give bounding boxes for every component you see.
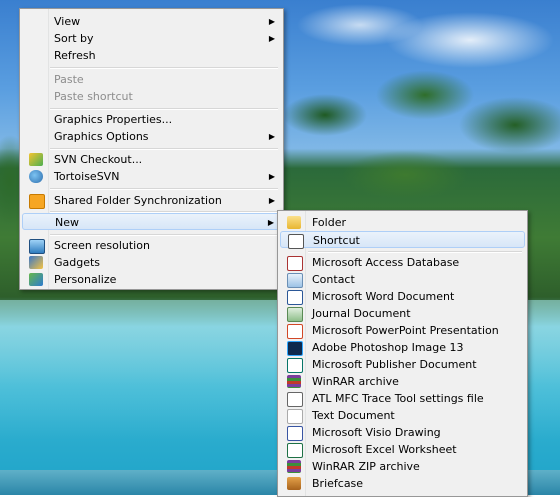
new-item-winrar-archive[interactable]: WinRAR archive — [280, 373, 525, 390]
visio-icon — [287, 426, 303, 441]
new-item-excel-worksheet[interactable]: Microsoft Excel Worksheet — [280, 441, 525, 458]
text-document-icon — [287, 409, 303, 424]
folder-icon — [287, 216, 301, 229]
submenu-arrow-icon: ▶ — [267, 218, 274, 227]
menu-item-label: Graphics Options — [54, 130, 149, 143]
menu-item-label: Shortcut — [313, 234, 360, 247]
gadgets-icon — [29, 256, 43, 269]
menu-item-label: Folder — [312, 216, 346, 229]
submenu-arrow-icon: ▶ — [268, 132, 275, 141]
winrar-icon — [287, 375, 301, 388]
menu-item-label: Microsoft Visio Drawing — [312, 426, 441, 439]
menu-item-label: SVN Checkout... — [54, 153, 143, 166]
new-item-word-document[interactable]: Microsoft Word Document — [280, 288, 525, 305]
palm-trees — [285, 55, 560, 235]
menu-item-label: Microsoft Word Document — [312, 290, 455, 303]
menu-item-new[interactable]: New ▶ — [22, 213, 281, 230]
publisher-icon — [287, 358, 303, 373]
tortoisesvn-icon — [29, 170, 43, 183]
menu-item-label: WinRAR archive — [312, 375, 399, 388]
menu-item-label: Graphics Properties... — [54, 113, 173, 126]
new-item-atl-mfc-trace[interactable]: ATL MFC Trace Tool settings file — [280, 390, 525, 407]
new-item-visio-drawing[interactable]: Microsoft Visio Drawing — [280, 424, 525, 441]
menu-item-label: View — [54, 15, 81, 28]
menu-item-label: Paste shortcut — [54, 90, 133, 103]
contact-icon — [287, 273, 303, 288]
menu-item-label: Gadgets — [54, 256, 101, 269]
menu-item-label: New — [55, 216, 79, 229]
menu-item-refresh[interactable]: Refresh — [22, 47, 281, 64]
personalize-icon — [29, 273, 43, 286]
menu-item-paste-shortcut: Paste shortcut — [22, 88, 281, 105]
menu-item-label: Briefcase — [312, 477, 364, 490]
menu-separator — [308, 251, 522, 253]
menu-item-paste: Paste — [22, 71, 281, 88]
winrar-zip-icon — [287, 460, 301, 473]
sync-icon — [29, 194, 45, 209]
menu-separator — [50, 108, 278, 110]
menu-item-label: WinRAR ZIP archive — [312, 460, 420, 473]
menu-item-personalize[interactable]: Personalize — [22, 271, 281, 288]
menu-separator — [50, 148, 278, 150]
new-item-text-document[interactable]: Text Document — [280, 407, 525, 424]
powerpoint-icon — [287, 324, 303, 339]
new-item-briefcase[interactable]: Briefcase — [280, 475, 525, 492]
briefcase-icon — [287, 477, 301, 490]
menu-item-label: Paste — [54, 73, 84, 86]
new-item-access-database[interactable]: Microsoft Access Database — [280, 254, 525, 271]
menu-item-label: Microsoft Access Database — [312, 256, 460, 269]
new-item-shortcut[interactable]: Shortcut — [280, 231, 525, 249]
menu-item-label: ATL MFC Trace Tool settings file — [312, 392, 484, 405]
menu-item-label: Personalize — [54, 273, 117, 286]
new-item-journal-document[interactable]: Journal Document — [280, 305, 525, 322]
new-submenu: Folder Shortcut Microsoft Access Databas… — [277, 210, 528, 497]
menu-item-graphics-options[interactable]: Graphics Options ▶ — [22, 128, 281, 145]
submenu-arrow-icon: ▶ — [268, 196, 275, 205]
menu-item-label: TortoiseSVN — [54, 170, 120, 183]
menu-item-label: Screen resolution — [54, 239, 150, 252]
menu-item-label: Microsoft PowerPoint Presentation — [312, 324, 499, 337]
menu-item-label: Contact — [312, 273, 355, 286]
menu-item-label: Journal Document — [312, 307, 411, 320]
menu-item-label: Adobe Photoshop Image 13 — [312, 341, 464, 354]
word-icon — [287, 290, 303, 305]
submenu-arrow-icon: ▶ — [268, 17, 275, 26]
menu-item-label: Refresh — [54, 49, 96, 62]
new-item-folder[interactable]: Folder — [280, 214, 525, 231]
menu-item-label: Shared Folder Synchronization — [54, 194, 222, 207]
screen-resolution-icon — [29, 239, 45, 254]
desktop-context-menu: View ▶ Sort by ▶ Refresh Paste Paste sho… — [19, 8, 284, 290]
menu-item-view[interactable]: View ▶ — [22, 13, 281, 30]
submenu-arrow-icon: ▶ — [268, 34, 275, 43]
new-item-powerpoint[interactable]: Microsoft PowerPoint Presentation — [280, 322, 525, 339]
new-item-winrar-zip[interactable]: WinRAR ZIP archive — [280, 458, 525, 475]
menu-item-graphics-properties[interactable]: Graphics Properties... — [22, 111, 281, 128]
menu-item-label: Sort by — [54, 32, 94, 45]
new-item-contact[interactable]: Contact — [280, 271, 525, 288]
menu-item-gadgets[interactable]: Gadgets — [22, 254, 281, 271]
excel-icon — [287, 443, 303, 458]
menu-item-shared-folder-sync[interactable]: Shared Folder Synchronization ▶ — [22, 192, 281, 209]
submenu-arrow-icon: ▶ — [268, 172, 275, 181]
menu-item-screen-resolution[interactable]: Screen resolution — [22, 237, 281, 254]
photoshop-icon — [287, 341, 303, 356]
atl-trace-icon — [287, 392, 303, 407]
menu-item-label: Microsoft Publisher Document — [312, 358, 477, 371]
menu-separator — [50, 188, 278, 190]
menu-item-label: Microsoft Excel Worksheet — [312, 443, 457, 456]
menu-item-tortoisesvn[interactable]: TortoiseSVN ▶ — [22, 168, 281, 185]
access-icon — [287, 256, 303, 271]
menu-separator — [50, 67, 278, 69]
new-item-photoshop-image[interactable]: Adobe Photoshop Image 13 — [280, 339, 525, 356]
menu-item-label: Text Document — [312, 409, 395, 422]
menu-separator — [50, 234, 278, 236]
menu-item-svn-checkout[interactable]: SVN Checkout... — [22, 151, 281, 168]
menu-item-sort-by[interactable]: Sort by ▶ — [22, 30, 281, 47]
new-item-publisher-document[interactable]: Microsoft Publisher Document — [280, 356, 525, 373]
shortcut-icon — [288, 234, 304, 249]
svn-checkout-icon — [29, 153, 43, 166]
journal-icon — [287, 307, 303, 322]
